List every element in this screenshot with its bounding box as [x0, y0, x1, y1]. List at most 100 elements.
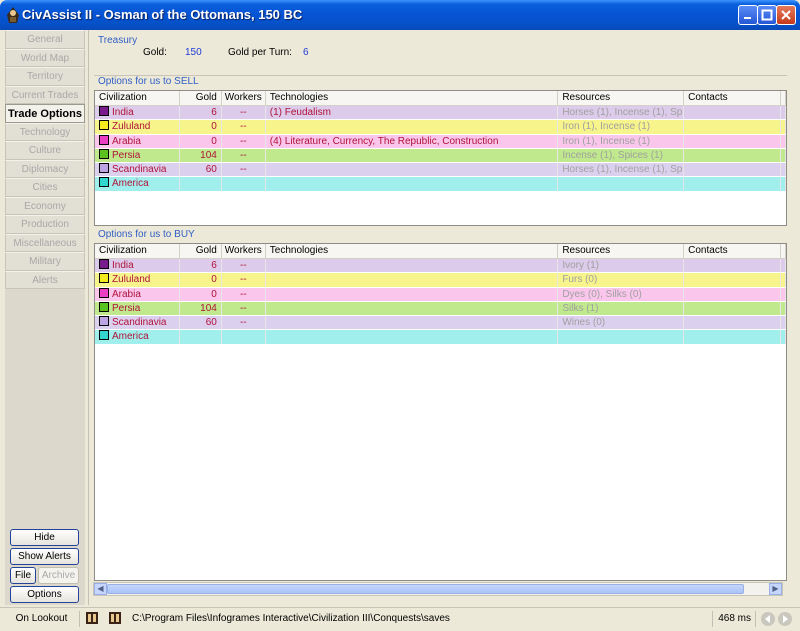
buy-table[interactable]: Civilization Gold Workers Technologies Resou… [94, 243, 787, 581]
horizontal-scrollbar[interactable]: ◀ ▶ [93, 582, 783, 596]
table-row[interactable]: Zululand 0 -- Iron (1), Incense (1) [95, 120, 786, 135]
window-title: CivAssist II - Osman of the Ottomans, 15… [22, 7, 303, 22]
sidebar-item-alerts[interactable]: Alerts [5, 270, 85, 289]
gold-cell: 104 [180, 148, 222, 163]
save-icon [86, 612, 98, 624]
scroll-left-button[interactable]: ◀ [94, 583, 107, 595]
buy-group-label: Options for us to BUY [98, 229, 195, 240]
gold-cell: 0 [180, 120, 222, 134]
column-header-gold[interactable]: Gold [180, 91, 222, 105]
title-bar[interactable]: CivAssist II - Osman of the Ottomans, 15… [0, 0, 800, 30]
row-filler [781, 330, 786, 344]
column-header-resources[interactable]: Resources [558, 91, 685, 105]
workers-cell: -- [222, 163, 266, 177]
column-header-civilization[interactable]: Civilization [95, 91, 180, 105]
sidebar-item-trade-options[interactable]: Trade Options [5, 104, 85, 123]
sidebar: General World Map Territory Current Trades T… [5, 30, 85, 605]
column-header-resources[interactable]: Resources [558, 244, 685, 258]
civ-color-swatch [99, 287, 109, 298]
column-header-technologies[interactable]: Technologies [266, 244, 559, 258]
table-row[interactable]: Persia 104 -- Incense (1), Spices (1) [95, 148, 786, 164]
close-button[interactable] [776, 5, 796, 25]
minimize-icon [744, 17, 751, 19]
table-row[interactable]: America [95, 177, 786, 192]
table-row[interactable]: Zululand 0 -- Furs (0) [95, 273, 786, 288]
civ-color-swatch [99, 273, 109, 284]
civilization-cell: Arabia [95, 287, 180, 301]
hide-button[interactable]: Hide [10, 529, 79, 546]
res-cell [558, 177, 685, 191]
column-header-filler [781, 91, 786, 105]
nav-forward-icon[interactable] [777, 611, 793, 630]
file-button[interactable]: File [10, 567, 36, 584]
sidebar-item-world-map[interactable]: World Map [5, 48, 85, 67]
sidebar-item-miscellaneous[interactable]: Miscellaneous [5, 233, 85, 252]
civilization-cell: Arabia [95, 134, 180, 148]
tech-cell [266, 330, 559, 344]
options-button[interactable]: Options [10, 586, 79, 603]
row-filler [781, 148, 786, 163]
column-header-technologies[interactable]: Technologies [266, 91, 559, 105]
row-filler [781, 259, 786, 273]
table-row[interactable]: India 6 -- (1) Feudalism Horses (1), Incense… [95, 106, 786, 121]
sell-table[interactable]: Civilization Gold Workers Technologies Resou… [94, 90, 787, 226]
civilization-cell: India [95, 106, 180, 120]
column-header-contacts[interactable]: Contacts [684, 244, 781, 258]
civ-color-swatch [99, 177, 109, 188]
tech-cell [266, 120, 559, 134]
scrollbar-thumb[interactable] [107, 584, 744, 594]
scroll-right-button[interactable]: ▶ [769, 583, 782, 595]
sidebar-item-general[interactable]: General [5, 30, 85, 49]
table-row[interactable]: Arabia 0 -- Dyes (0), Silks (0) [95, 287, 786, 302]
sidebar-item-diplomacy[interactable]: Diplomacy [5, 159, 85, 178]
contacts-cell [684, 148, 781, 163]
gold-cell: 6 [180, 259, 222, 273]
archive-button[interactable]: Archive [38, 567, 79, 584]
table-row[interactable]: America [95, 330, 786, 345]
sidebar-item-military[interactable]: Military [5, 252, 85, 271]
table-row[interactable]: Arabia 0 -- (4) Literature, Currency, The R… [95, 134, 786, 149]
sidebar-item-cities[interactable]: Cities [5, 178, 85, 197]
civ-name: Zululand [112, 274, 151, 286]
column-header-civilization[interactable]: Civilization [95, 244, 180, 258]
maximize-button[interactable] [757, 5, 777, 25]
column-header-workers[interactable]: Workers [222, 91, 266, 105]
sell-group-label: Options for us to SELL [98, 76, 199, 87]
civilization-cell: Persia [95, 301, 180, 316]
table-row[interactable]: India 6 -- Ivory (1) [95, 259, 786, 274]
workers-cell [222, 330, 266, 344]
row-filler [781, 273, 786, 287]
table-row[interactable]: Scandinavia 60 -- Wines (0) [95, 316, 786, 331]
sidebar-item-economy[interactable]: Economy [5, 196, 85, 215]
workers-cell [222, 177, 266, 191]
sidebar-item-current-trades[interactable]: Current Trades [5, 85, 85, 104]
column-header-gold[interactable]: Gold [180, 244, 222, 258]
minimize-button[interactable] [738, 5, 758, 25]
column-header-workers[interactable]: Workers [222, 244, 266, 258]
sidebar-item-culture[interactable]: Culture [5, 141, 85, 160]
gold-label: Gold: [143, 47, 167, 58]
tech-cell [266, 148, 559, 163]
gold-cell: 0 [180, 287, 222, 301]
contacts-cell [684, 273, 781, 287]
show-alerts-button[interactable]: Show Alerts [10, 548, 79, 565]
maximize-icon [761, 9, 773, 21]
trade-options-panel: Treasury Gold: 150 Gold per Turn: 6 Opti… [88, 30, 795, 605]
contacts-cell [684, 163, 781, 177]
sidebar-item-production[interactable]: Production [5, 215, 85, 234]
civilization-cell: America [95, 330, 180, 344]
column-header-contacts[interactable]: Contacts [684, 91, 781, 105]
gold-cell [180, 177, 222, 191]
tech-cell [266, 301, 559, 316]
civ-name: India [112, 107, 134, 118]
table-row[interactable]: Scandinavia 60 -- Horses (1), Incense (1), … [95, 163, 786, 178]
status-timing: 468 ms [714, 611, 756, 627]
table-row[interactable]: Persia 104 -- Silks (1) [95, 301, 786, 317]
res-cell: Iron (1), Incense (1) [558, 120, 685, 134]
sidebar-item-technology[interactable]: Technology [5, 122, 85, 141]
civilization-cell: Zululand [95, 273, 180, 287]
sidebar-item-territory[interactable]: Territory [5, 67, 85, 86]
nav-back-icon[interactable] [760, 611, 776, 630]
res-cell: Wines (0) [558, 316, 685, 330]
contacts-cell [684, 177, 781, 191]
